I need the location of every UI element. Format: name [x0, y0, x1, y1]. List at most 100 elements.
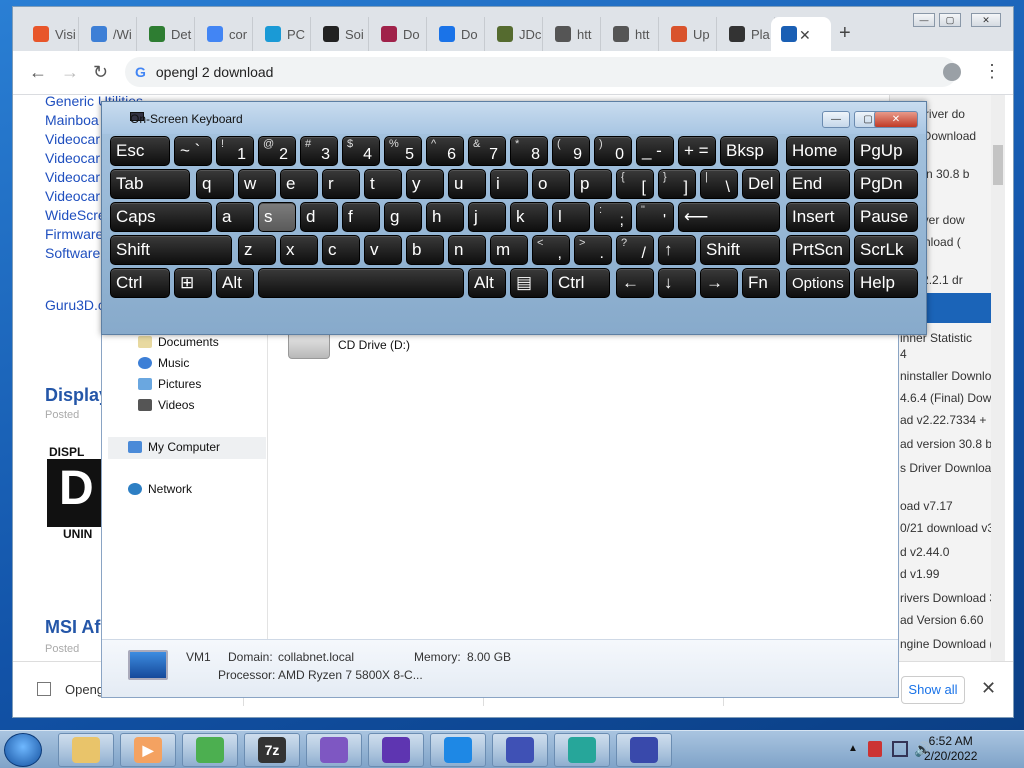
taskbar-app-10[interactable] [616, 733, 672, 767]
key-space[interactable] [258, 268, 464, 298]
nav-item-pictures[interactable]: Pictures [138, 377, 201, 391]
key-a[interactable]: a [216, 202, 254, 232]
key-l[interactable]: l [552, 202, 590, 232]
forward-arrow-icon[interactable]: → [61, 63, 79, 81]
reload-icon[interactable]: ↻ [93, 63, 108, 81]
key-s[interactable]: s [258, 202, 296, 232]
tab-13[interactable]: Pla [719, 17, 775, 51]
key-b[interactable]: b [406, 235, 444, 265]
right-list-item[interactable]: 4 [900, 347, 907, 361]
key-n[interactable]: n [448, 235, 486, 265]
key-2[interactable]: @2 [258, 136, 296, 166]
tab-2[interactable]: /Wi [81, 17, 137, 51]
show-hidden-icons-icon[interactable]: ▲ [848, 743, 858, 754]
account-icon[interactable] [943, 63, 961, 81]
key-esc[interactable]: Esc [110, 136, 170, 166]
key-h[interactable]: h [426, 202, 464, 232]
clock[interactable]: 6:52 AM 2/20/2022 [924, 734, 977, 764]
key-pgdn[interactable]: PgDn [854, 169, 918, 199]
maximize-button[interactable]: ▢ [939, 13, 961, 27]
key-help[interactable]: Help [854, 268, 918, 298]
key-sym3-10[interactable]: ? / [616, 235, 654, 265]
key-m[interactable]: m [490, 235, 528, 265]
key-sym4-8[interactable]: ↓ [658, 268, 696, 298]
key-sym2-10[interactable]: :; [594, 202, 632, 232]
taskbar-app-9[interactable] [554, 733, 610, 767]
tab-10[interactable]: htt [545, 17, 601, 51]
key-options[interactable]: Options [786, 268, 850, 298]
key-t[interactable]: t [364, 169, 402, 199]
key-tab[interactable]: Tab [110, 169, 190, 199]
taskbar-app-6[interactable] [368, 733, 424, 767]
key-4[interactable]: $4 [342, 136, 380, 166]
key-sym0-1[interactable]: ~ ` [174, 136, 212, 166]
nav-item-music[interactable]: Music [138, 356, 189, 370]
right-list-item[interactable]: ninstaller Downlo [900, 369, 991, 383]
key-caps[interactable]: Caps [110, 202, 212, 232]
key-del[interactable]: Del [742, 169, 780, 199]
taskbar-app-5[interactable] [306, 733, 362, 767]
osk-minimize-button[interactable]: — [822, 111, 850, 128]
key-alt[interactable]: Alt [468, 268, 506, 298]
key-shift[interactable]: Shift [700, 235, 780, 265]
tab-8[interactable]: Do [429, 17, 485, 51]
tab-3[interactable]: Det [139, 17, 195, 51]
osk-close-button[interactable]: ✕ [874, 111, 918, 128]
scrollbar-thumb[interactable] [993, 145, 1003, 185]
right-list-item[interactable]: rivers Download 3 [900, 591, 996, 605]
right-list-item[interactable]: ad v2.22.7334 + [900, 413, 986, 427]
article-heading-display[interactable]: Display [45, 385, 109, 406]
page-link[interactable]: WideScre [45, 207, 106, 223]
page-link[interactable]: Videocar [45, 169, 100, 185]
key-7[interactable]: & 7 [468, 136, 506, 166]
right-list-item[interactable]: 4.6.4 (Final) Dow [900, 391, 991, 405]
key-ctrl[interactable]: Ctrl [110, 268, 170, 298]
tab-7[interactable]: Do [371, 17, 427, 51]
key-f[interactable]: f [342, 202, 380, 232]
tab-11[interactable]: htt [603, 17, 659, 51]
network-tray-icon[interactable] [892, 741, 908, 757]
nav-item-my-computer[interactable]: My Computer [128, 440, 220, 454]
key-k[interactable]: k [510, 202, 548, 232]
key-pause[interactable]: Pause [854, 202, 918, 232]
close-download-bar-icon[interactable]: ✕ [981, 678, 996, 699]
key-sym1-12[interactable]: }] [658, 169, 696, 199]
key-6[interactable]: ^ 6 [426, 136, 464, 166]
key-9[interactable]: (9 [552, 136, 590, 166]
key-insert[interactable]: Insert [786, 202, 850, 232]
nav-item-documents[interactable]: Documents [138, 335, 219, 349]
key-pgup[interactable]: PgUp [854, 136, 918, 166]
tab-4[interactable]: cor [197, 17, 253, 51]
key-5[interactable]: % 5 [384, 136, 422, 166]
key-d[interactable]: d [300, 202, 338, 232]
key-shift[interactable]: Shift [110, 235, 232, 265]
nav-item-videos[interactable]: Videos [138, 398, 194, 412]
back-arrow-icon[interactable]: ← [29, 63, 47, 81]
right-list-item[interactable]: d v2.44.0 [900, 545, 949, 559]
tab-1[interactable]: Visi [23, 17, 79, 51]
key-j[interactable]: j [468, 202, 506, 232]
key-sym2-12[interactable]: ⟵ [678, 202, 780, 232]
article-heading-msi[interactable]: MSI Af [45, 617, 100, 638]
right-list-item[interactable]: oad v7.17 [900, 499, 953, 513]
key-u[interactable]: u [448, 169, 486, 199]
taskbar-app-8[interactable] [492, 733, 548, 767]
key-e[interactable]: e [280, 169, 318, 199]
page-link[interactable]: Mainboa [45, 112, 99, 128]
key-alt[interactable]: Alt [216, 268, 254, 298]
page-link[interactable]: Videocar [45, 188, 100, 204]
show-all-button[interactable]: Show all [901, 676, 965, 704]
key-sym4-1[interactable]: ⊞ [174, 268, 212, 298]
tab-9[interactable]: JDc [487, 17, 543, 51]
key-sym4-7[interactable]: ← [616, 268, 654, 298]
address-bar[interactable]: G opengl 2 download [125, 57, 957, 87]
key-sym1-11[interactable]: {[ [616, 169, 654, 199]
key-3[interactable]: #3 [300, 136, 338, 166]
taskbar-app-4[interactable]: 7z [244, 733, 300, 767]
taskbar-app-3[interactable] [182, 733, 238, 767]
key-p[interactable]: p [574, 169, 612, 199]
key-q[interactable]: q [196, 169, 234, 199]
tab-12[interactable]: Up [661, 17, 717, 51]
nav-item-network[interactable]: Network [128, 482, 192, 496]
key-8[interactable]: * 8 [510, 136, 548, 166]
